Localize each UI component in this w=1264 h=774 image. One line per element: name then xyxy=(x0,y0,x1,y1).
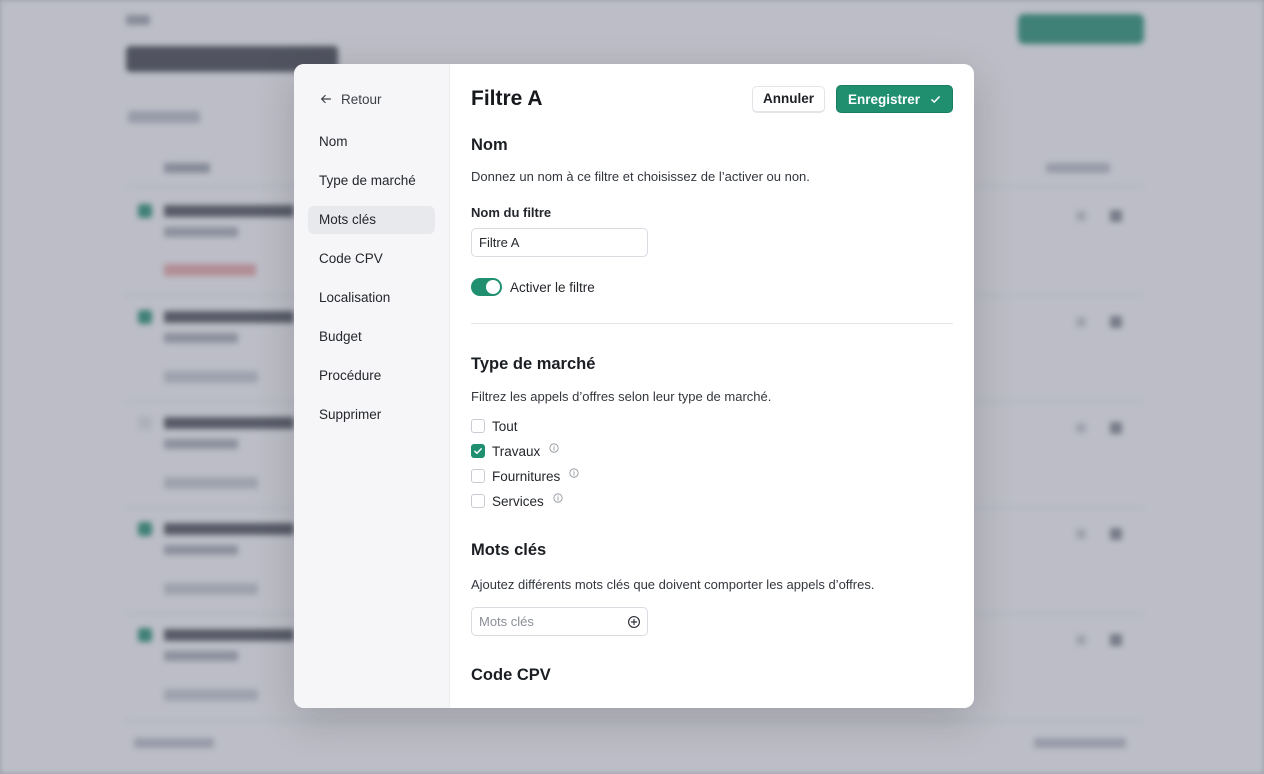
filter-name-input[interactable]: Filtre A xyxy=(471,228,648,257)
modal-content: Filtre A Annuler Enregistrer Nom Donnez … xyxy=(450,64,974,708)
save-button[interactable]: Enregistrer xyxy=(835,85,953,113)
market-type-options: Tout Travaux Fournitures Services xyxy=(471,418,953,509)
filter-name-label: Nom du filtre xyxy=(471,205,552,220)
checkbox-travaux[interactable] xyxy=(471,444,485,458)
activate-filter-row: Activer le filtre xyxy=(471,278,953,296)
nav-item-localisation[interactable]: Localisation xyxy=(308,284,435,312)
section-divider xyxy=(471,323,953,324)
check-icon xyxy=(931,95,940,103)
nav-item-supprimer[interactable]: Supprimer xyxy=(308,401,435,429)
option-fournitures: Fournitures xyxy=(471,467,953,484)
section-title-nom: Nom xyxy=(471,136,508,154)
keywords-input[interactable]: Mots clés xyxy=(471,607,648,636)
activate-filter-label: Activer le filtre xyxy=(510,279,595,295)
info-icon[interactable] xyxy=(549,442,559,453)
modal-sidebar: Retour Nom Type de marché Mots clés Code… xyxy=(294,64,450,708)
cancel-button[interactable]: Annuler xyxy=(751,85,825,113)
option-tout: Tout xyxy=(471,418,953,434)
option-label: Fournitures xyxy=(492,468,561,484)
add-circle-icon[interactable] xyxy=(627,615,641,629)
nav-item-nom[interactable]: Nom xyxy=(308,128,435,156)
option-label: Travaux xyxy=(492,443,541,459)
section-description-nom: Donnez un nom à ce filtre et choisissez … xyxy=(471,169,810,184)
info-icon[interactable] xyxy=(569,467,579,478)
checkbox-services[interactable] xyxy=(471,494,485,508)
option-label: Services xyxy=(492,493,544,509)
nav-item-code-cpv[interactable]: Code CPV xyxy=(308,245,435,273)
checkbox-tout[interactable] xyxy=(471,419,485,433)
modal-header: Filtre A Annuler Enregistrer xyxy=(471,85,953,113)
arrow-left-icon xyxy=(321,94,331,104)
nav-item-procedure[interactable]: Procédure xyxy=(308,362,435,390)
info-icon[interactable] xyxy=(553,492,563,503)
section-nav: Nom Type de marché Mots clés Code CPV Lo… xyxy=(308,128,435,429)
option-travaux: Travaux xyxy=(471,442,953,459)
section-title-code-cpv: Code CPV xyxy=(471,666,551,684)
section-title-type-de-marche: Type de marché xyxy=(471,355,596,373)
keywords-placeholder: Mots clés xyxy=(479,614,534,629)
section-mots-cles: Mots clés Ajoutez différents mots clés q… xyxy=(471,541,953,636)
nav-item-mots-cles[interactable]: Mots clés xyxy=(308,206,435,234)
checkbox-fournitures[interactable] xyxy=(471,469,485,483)
nav-item-type-de-marche[interactable]: Type de marché xyxy=(308,167,435,195)
option-services: Services xyxy=(471,492,953,509)
section-nom: Nom Donnez un nom à ce filtre et choisis… xyxy=(471,136,953,296)
save-button-label: Enregistrer xyxy=(847,91,920,107)
activate-filter-toggle[interactable] xyxy=(471,278,502,296)
back-label: Retour xyxy=(341,91,382,107)
filter-edit-modal: Retour Nom Type de marché Mots clés Code… xyxy=(294,64,974,708)
section-description-type-de-marche: Filtrez les appels d’offres selon leur t… xyxy=(471,389,772,404)
nav-item-budget[interactable]: Budget xyxy=(308,323,435,351)
check-icon xyxy=(474,448,482,454)
section-title-mots-cles: Mots clés xyxy=(471,541,547,559)
section-code-cpv: Code CPV xyxy=(471,666,953,685)
back-link[interactable]: Retour xyxy=(308,90,435,108)
option-label: Tout xyxy=(492,418,518,434)
modal-title: Filtre A xyxy=(471,87,543,110)
section-description-mots-cles: Ajoutez différents mots clés que doivent… xyxy=(471,577,875,592)
section-type-de-marche: Type de marché Filtrez les appels d’offr… xyxy=(471,355,953,509)
